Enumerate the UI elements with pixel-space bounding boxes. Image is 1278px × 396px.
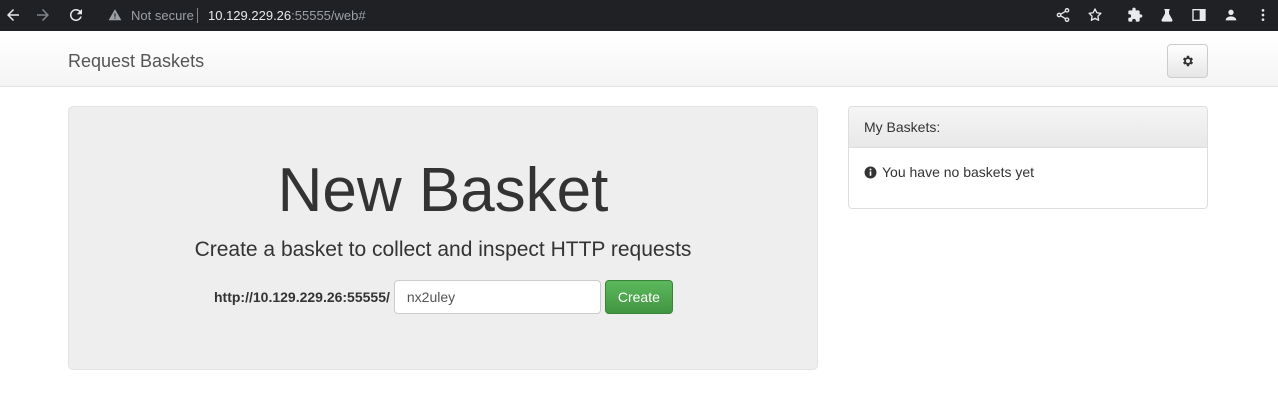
forward-icon[interactable] bbox=[32, 4, 54, 26]
share-icon[interactable] bbox=[1054, 6, 1072, 24]
address-bar[interactable]: Not secure 10.129.229.26:55555/web# bbox=[98, 1, 1118, 30]
panel-heading: My Baskets: bbox=[849, 107, 1207, 148]
address-separator bbox=[197, 8, 198, 23]
browser-menu-icon[interactable] bbox=[1254, 6, 1272, 24]
basket-name-input[interactable]: nx2uley bbox=[393, 280, 601, 314]
warning-icon bbox=[108, 9, 122, 21]
extensions-icon[interactable] bbox=[1126, 6, 1144, 24]
brand-link[interactable]: Request Baskets bbox=[68, 51, 204, 72]
my-baskets-panel: My Baskets: You have no baskets yet bbox=[848, 106, 1208, 209]
url-path: :55555/web# bbox=[291, 8, 366, 23]
labs-flask-icon[interactable] bbox=[1158, 6, 1176, 24]
empty-baskets-message: You have no baskets yet bbox=[882, 164, 1035, 180]
side-panel-icon[interactable] bbox=[1190, 6, 1208, 24]
page-subtitle: Create a basket to collect and inspect H… bbox=[194, 238, 692, 261]
panel-body: You have no baskets yet bbox=[849, 148, 1207, 196]
new-basket-form: http://10.129.229.26:55555/ nx2uley Crea… bbox=[214, 280, 673, 314]
settings-button[interactable] bbox=[1167, 44, 1208, 78]
page-title: New Basket bbox=[277, 156, 609, 225]
profile-icon[interactable] bbox=[1222, 6, 1240, 24]
back-icon[interactable] bbox=[2, 4, 24, 26]
url-host: 10.129.229.26 bbox=[208, 8, 292, 23]
url-text: 10.129.229.26:55555/web# bbox=[208, 8, 366, 23]
app-navbar: Request Baskets bbox=[0, 36, 1278, 87]
browser-toolbar: Not secure 10.129.229.26:55555/web# bbox=[0, 0, 1278, 31]
new-basket-jumbotron: New Basket Create a basket to collect an… bbox=[68, 106, 818, 370]
bookmark-star-icon[interactable] bbox=[1086, 6, 1104, 24]
security-label: Not secure bbox=[131, 8, 194, 23]
reload-icon[interactable] bbox=[65, 4, 87, 26]
info-icon bbox=[864, 166, 877, 178]
basket-url-prefix: http://10.129.229.26:55555/ bbox=[214, 289, 390, 305]
gear-icon bbox=[1182, 55, 1193, 67]
create-button[interactable]: Create bbox=[604, 280, 673, 314]
